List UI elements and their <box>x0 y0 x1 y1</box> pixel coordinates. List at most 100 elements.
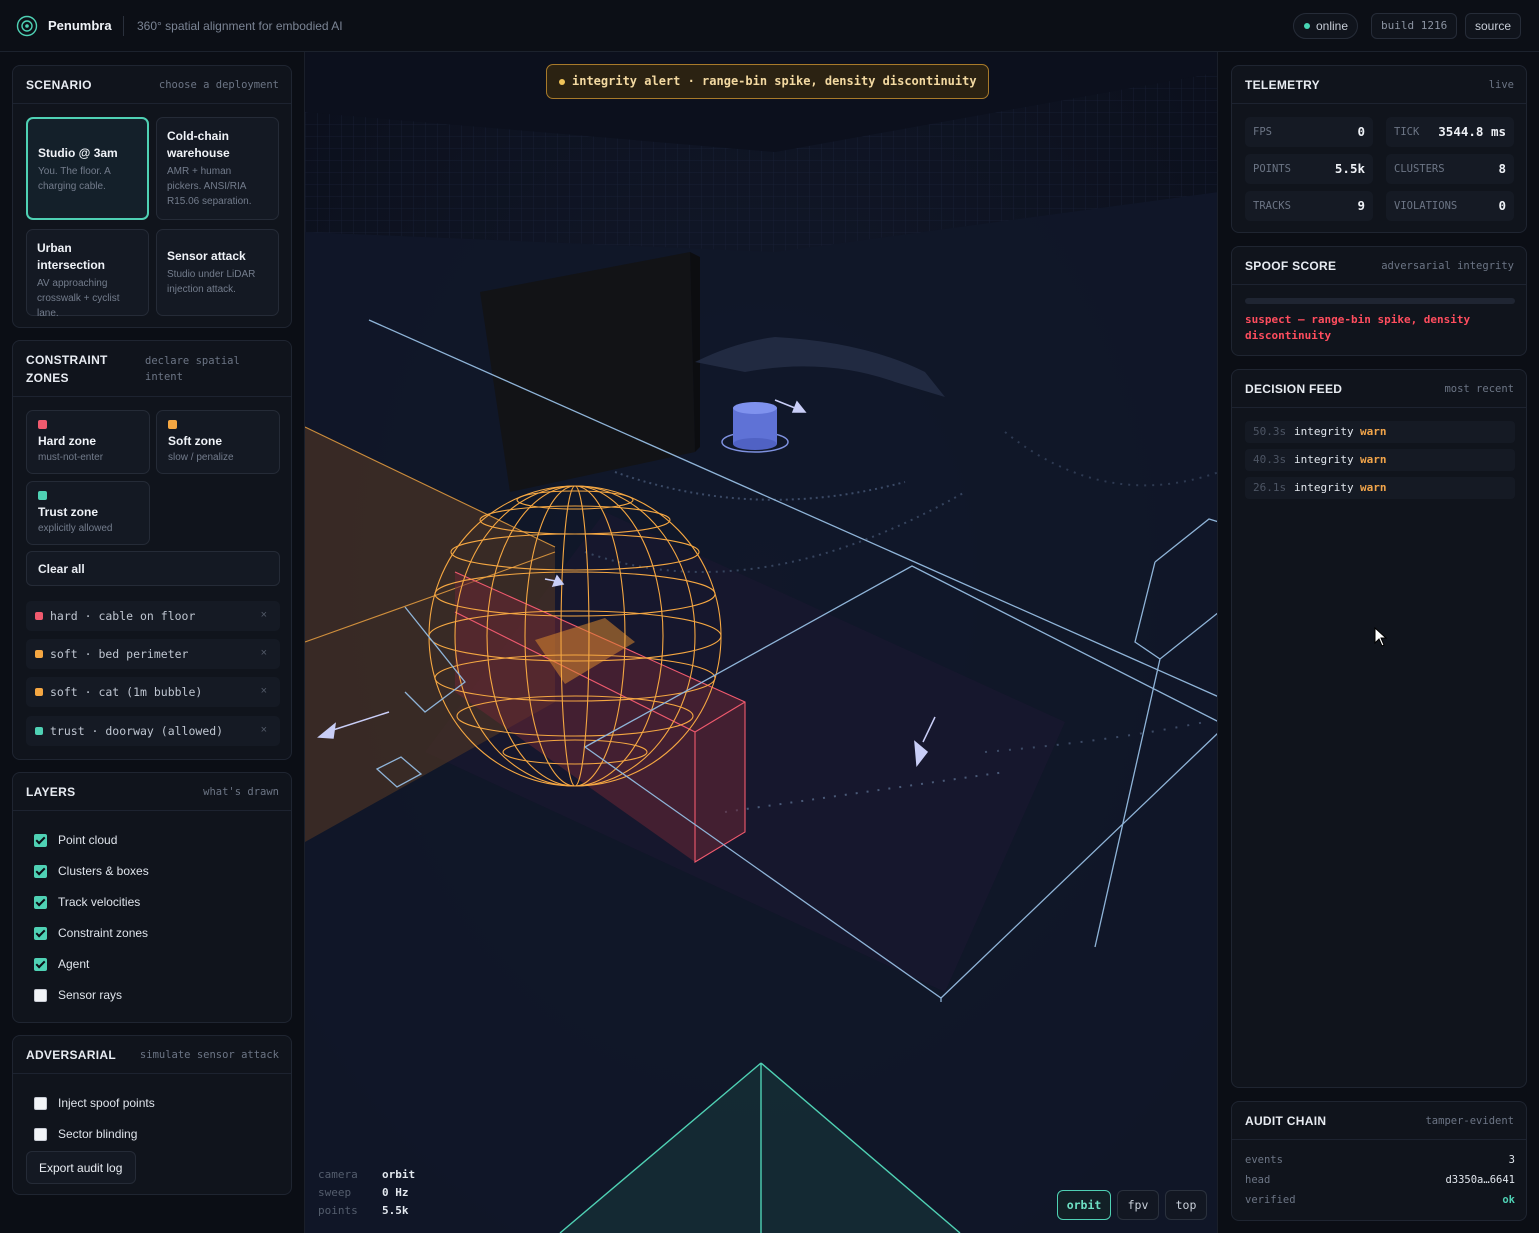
source-button[interactable]: source <box>1465 13 1522 39</box>
panel-header: LAYERS what's drawn <box>13 773 291 811</box>
hud-key: points <box>318 1204 358 1217</box>
spoof-score-bar <box>1245 298 1515 304</box>
stat-key: CLUSTERS <box>1394 163 1445 175</box>
feed-status: warn <box>1360 425 1387 438</box>
stat-key: VIOLATIONS <box>1394 200 1458 212</box>
checkbox[interactable] <box>34 1128 47 1141</box>
audit-key: head <box>1245 1174 1271 1186</box>
remove-zone-icon[interactable]: × <box>261 609 267 621</box>
checkbox[interactable] <box>34 834 47 847</box>
zone-label: trust · doorway (allowed) <box>50 724 224 738</box>
hud-row: camera orbit <box>318 1166 415 1184</box>
audit-key: events <box>1245 1154 1283 1166</box>
remove-zone-icon[interactable]: × <box>261 647 267 659</box>
stat-clusters: CLUSTERS 8 <box>1386 154 1514 184</box>
panel-subtitle: most recent <box>1444 383 1514 395</box>
stat-value: 5.5k <box>1334 161 1365 176</box>
feed-status: warn <box>1360 453 1387 466</box>
spoof-message: suspect — range-bin spike, density disco… <box>1245 313 1471 342</box>
build-badge: build 1216 <box>1371 13 1458 39</box>
3d-viewport[interactable]: integrity alert · range-bin spike, densi… <box>304 52 1218 1233</box>
zone-name: Hard zone <box>38 434 97 448</box>
checkbox[interactable] <box>34 927 47 940</box>
zone-name: Soft zone <box>168 434 222 448</box>
zone-list-item[interactable]: soft · bed perimeter × <box>26 639 280 669</box>
feed-item[interactable]: 40.3s integrity warn <box>1245 449 1515 471</box>
scenario-panel: SCENARIO choose a deployment Studio @ 3a… <box>12 65 292 328</box>
zone-label: soft · cat (1m bubble) <box>50 685 203 699</box>
audit-value: ok <box>1502 1194 1515 1206</box>
panel-header: SPOOF SCORE adversarial integrity <box>1232 247 1526 285</box>
panel-title: CONSTRAINT ZONES <box>26 353 108 385</box>
panel-subtitle: live <box>1488 79 1514 91</box>
hud-value: orbit <box>382 1168 416 1181</box>
stat-key: TICK <box>1394 126 1420 138</box>
camera-orbit-button[interactable]: orbit <box>1057 1190 1111 1220</box>
panel-header: ADVERSARIAL simulate sensor attack <box>13 1036 291 1074</box>
stat-value: 9 <box>1357 198 1365 213</box>
checkbox[interactable] <box>34 896 47 909</box>
checkbox-label: Clusters & boxes <box>58 864 149 878</box>
stat-points: POINTS 5.5k <box>1245 154 1373 184</box>
trust-zone-tool[interactable]: Trust zone explicitly allowed <box>26 481 150 545</box>
card-desc: AMR + human pickers. ANSI/RIA R15.06 sep… <box>167 166 252 207</box>
hard-zone-tool[interactable]: Hard zone must-not-enter <box>26 410 150 474</box>
feed-item[interactable]: 26.1s integrity warn <box>1245 477 1515 499</box>
status-dot-icon <box>1304 23 1310 29</box>
camera-fpv-button[interactable]: fpv <box>1117 1190 1159 1220</box>
zone-list-item[interactable]: trust · doorway (allowed) × <box>26 716 280 746</box>
top-bar: Penumbra 360° spatial alignment for embo… <box>0 0 1539 52</box>
scene-canvas[interactable] <box>305 52 1218 1233</box>
checkbox-label: Constraint zones <box>58 926 149 940</box>
audit-key: verified <box>1245 1194 1296 1206</box>
stat-tracks: TRACKS 9 <box>1245 191 1373 221</box>
panel-subtitle: tamper-evident <box>1425 1115 1514 1127</box>
scenario-card-warehouse[interactable]: Cold-chain warehouse AMR + human pickers… <box>156 117 279 220</box>
zone-name: Trust zone <box>38 505 99 519</box>
remove-zone-icon[interactable]: × <box>261 724 267 736</box>
scenario-card-sensor-attack[interactable]: Sensor attack Studio under LiDAR injecti… <box>156 229 279 316</box>
hud-row: points 5.5k <box>318 1202 415 1220</box>
stat-tick: TICK 3544.8 ms <box>1386 117 1514 147</box>
checkbox[interactable] <box>34 989 47 1002</box>
zone-desc: slow / penalize <box>168 452 234 463</box>
stat-value: 8 <box>1498 161 1506 176</box>
camera-top-button[interactable]: top <box>1165 1190 1207 1220</box>
brand-name: Penumbra <box>48 18 112 33</box>
scenario-card-studio[interactable]: Studio @ 3am You. The floor. A charging … <box>26 117 149 220</box>
feed-status: warn <box>1360 481 1387 494</box>
checkbox-label: Point cloud <box>58 833 118 847</box>
camera-hud: camera orbit sweep 0 Hz points 5.5k <box>318 1166 415 1220</box>
panel-title: ADVERSARIAL <box>26 1048 116 1062</box>
panel-title: AUDIT CHAIN <box>1245 1114 1327 1128</box>
panel-header: TELEMETRY live <box>1232 66 1526 104</box>
adversarial-panel: ADVERSARIAL simulate sensor attack Injec… <box>12 1035 292 1195</box>
soft-zone-swatch-icon <box>168 420 177 429</box>
card-desc: Studio under LiDAR injection attack. <box>167 269 256 295</box>
feed-time: 26.1s <box>1253 481 1287 494</box>
zone-list-item[interactable]: soft · cat (1m bubble) × <box>26 677 280 707</box>
remove-zone-icon[interactable]: × <box>261 685 267 697</box>
soft-swatch-icon <box>35 650 43 658</box>
integrity-alert-banner: integrity alert · range-bin spike, densi… <box>546 64 989 99</box>
soft-zone-tool[interactable]: Soft zone slow / penalize <box>156 410 280 474</box>
zone-list-item[interactable]: hard · cable on floor × <box>26 601 280 631</box>
panel-subtitle: what's drawn <box>203 786 279 798</box>
card-title: Cold-chain warehouse <box>167 129 230 160</box>
zone-desc: explicitly allowed <box>38 523 113 534</box>
feed-item[interactable]: 50.3s integrity warn <box>1245 421 1515 443</box>
stat-value: 0 <box>1498 198 1506 213</box>
checkbox[interactable] <box>34 1097 47 1110</box>
stat-key: POINTS <box>1253 163 1291 175</box>
checkbox[interactable] <box>34 958 47 971</box>
layers-panel: LAYERS what's drawn Point cloud Clusters… <box>12 772 292 1023</box>
panel-header: AUDIT CHAIN tamper-evident <box>1232 1102 1526 1140</box>
checkbox-label: Sensor rays <box>58 988 123 1002</box>
audit-chain-panel: AUDIT CHAIN tamper-evident events 3 head… <box>1231 1101 1527 1221</box>
checkbox[interactable] <box>34 865 47 878</box>
zone-desc: must-not-enter <box>38 452 104 463</box>
audit-value: 3 <box>1508 1154 1515 1166</box>
export-audit-log-button[interactable]: Export audit log <box>26 1151 136 1184</box>
clear-all-button[interactable]: Clear all <box>26 551 280 586</box>
scenario-card-intersection[interactable]: Urban intersection AV approaching crossw… <box>26 229 149 319</box>
